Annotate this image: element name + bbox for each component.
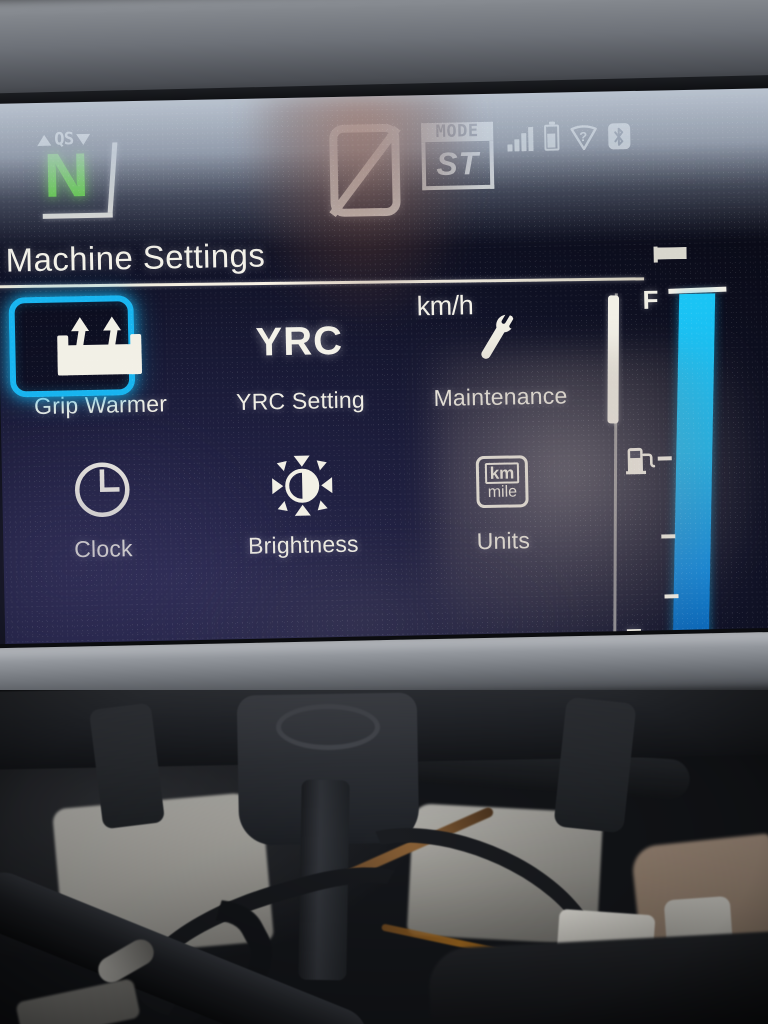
motorcycle-handlebar-area (0, 690, 768, 1024)
drive-mode-value: ST (435, 145, 480, 182)
gear-display: N (33, 140, 127, 226)
drive-mode-header: MODE (420, 121, 494, 143)
menu-item-label: Units (476, 527, 531, 555)
gear-indicator-group: QS N (33, 129, 135, 231)
screen-content: QS N MODE ST km/h ? Machine Settings Gri… (0, 94, 768, 655)
tft-display-glass: QS N MODE ST km/h ? Machine Settings Gri… (0, 87, 768, 661)
menu-item-yrc-setting[interactable]: YRC YRC Setting (198, 294, 401, 442)
drive-mode-body: ST (421, 140, 495, 191)
menu-item-label: Brightness (247, 530, 359, 559)
fuel-gauge: F E (625, 245, 760, 657)
clock-icon (70, 443, 134, 536)
drive-mode-indicator: MODE ST (420, 121, 495, 191)
fuel-full-label: F (642, 284, 659, 315)
battery-fill (547, 133, 556, 148)
yrc-text-icon: YRC (255, 295, 344, 389)
menu-row-2: Clock Brightness km mile Units (1, 434, 604, 590)
menu-item-clock[interactable]: Clock (1, 442, 204, 590)
title-divider (0, 277, 645, 288)
fuel-level-bar (672, 293, 716, 647)
gear-value: N (43, 140, 90, 211)
bluetooth-icon (607, 123, 631, 150)
battery-icon (543, 124, 560, 151)
menu-item-label: Maintenance (433, 382, 568, 412)
units-icon-bottom: mile (487, 482, 518, 501)
gear-frame-right (107, 142, 118, 213)
connectivity-question-glyph: ? (579, 128, 588, 144)
fuel-tick-low (661, 534, 676, 539)
tft-screen[interactable]: QS N MODE ST km/h ? Machine Settings Gri… (0, 87, 768, 661)
units-icon-top: km (484, 461, 520, 484)
signal-bars-icon (507, 125, 534, 152)
fuel-pump-icon (625, 445, 660, 476)
wrench-icon (469, 291, 529, 384)
yrc-icon-text: YRC (255, 318, 344, 365)
speed-readout (328, 123, 401, 218)
settings-menu-grid: Grip Warmer YRC YRC Setting Maintenance … (0, 290, 604, 590)
menu-item-brightness[interactable]: Brightness (201, 438, 404, 586)
menu-row-1: Grip Warmer YRC YRC Setting Maintenance (0, 290, 601, 446)
page-title: Machine Settings (5, 236, 266, 279)
gear-frame-bottom (42, 212, 113, 219)
status-icon-tray: ? (507, 123, 631, 152)
menu-item-maintenance[interactable]: Maintenance (398, 290, 601, 438)
flag-marker-icon (653, 246, 687, 263)
menu-item-grip-warmer[interactable]: Grip Warmer (0, 295, 201, 446)
connectivity-question-icon: ? (569, 125, 597, 151)
menu-scrollbar-thumb[interactable] (607, 295, 620, 424)
fuel-tick-mid (657, 456, 672, 461)
brightness-sun-icon (269, 439, 335, 532)
menu-item-units[interactable]: km mile Units (401, 434, 604, 582)
photograph-of-motorcycle-dashboard: QS N MODE ST km/h ? Machine Settings Gri… (0, 0, 768, 1024)
menu-item-label: Clock (73, 535, 133, 563)
fuel-tick-lower (664, 594, 679, 599)
units-km-mile-icon: km mile (475, 435, 529, 528)
menu-item-label: YRC Setting (235, 386, 366, 416)
